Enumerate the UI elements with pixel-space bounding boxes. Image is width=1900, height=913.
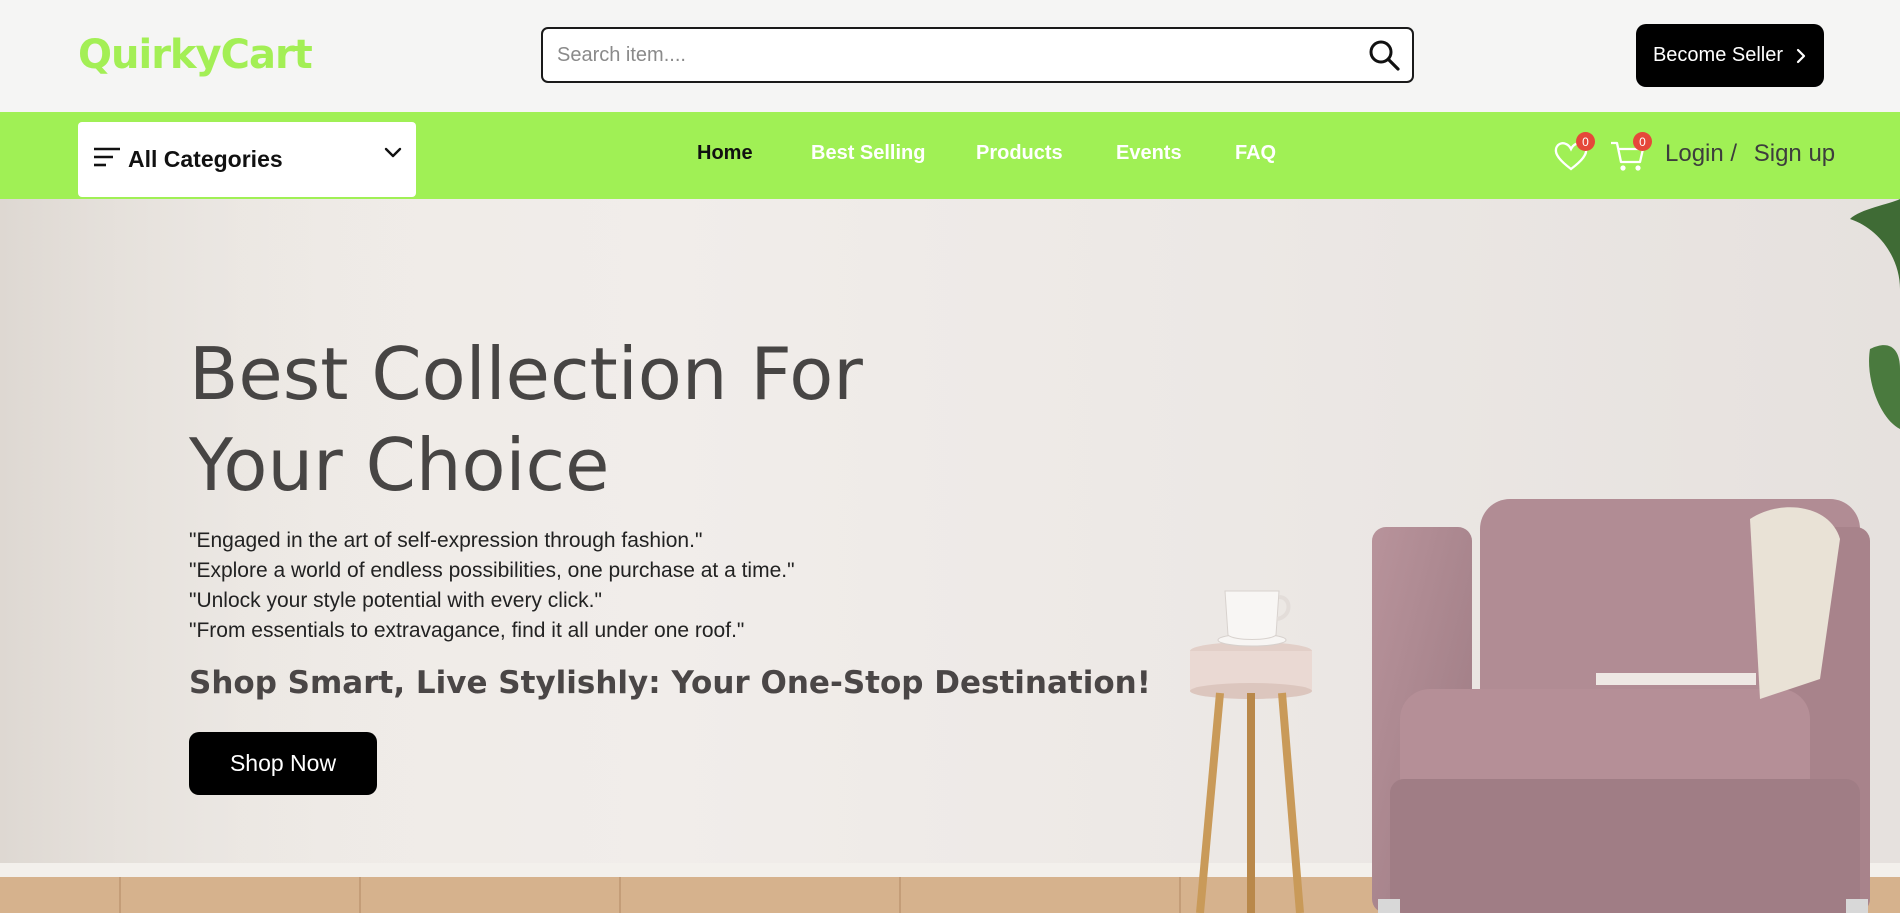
menu-icon [94, 147, 120, 167]
nav-link-home[interactable]: Home [697, 142, 753, 165]
shop-now-label: Shop Now [229, 750, 337, 776]
hero-title: Best Collection For Your Choice [189, 329, 863, 511]
nav-link-best-selling[interactable]: Best Selling [811, 142, 925, 165]
nav-link-faq[interactable]: FAQ [1235, 142, 1276, 165]
nav-link-events[interactable]: Events [1116, 142, 1182, 165]
hero-title-line-2: Your Choice [189, 423, 610, 507]
search-icon[interactable] [1368, 39, 1400, 71]
cart-count-badge: 0 [1633, 132, 1652, 151]
become-seller-label: Become Seller [1652, 44, 1784, 66]
hero-title-line-1: Best Collection For [189, 332, 863, 416]
auth-links: Login / Sign up [1665, 140, 1835, 168]
signup-link[interactable]: Sign up [1754, 140, 1835, 167]
chevron-down-icon [384, 147, 402, 158]
logo[interactable]: QuirkyCart [78, 32, 313, 78]
wishlist-count-badge: 0 [1576, 132, 1595, 151]
categories-dropdown[interactable]: All Categories [78, 122, 416, 197]
tagline-1: "Engaged in the art of self-expression t… [189, 529, 703, 552]
cart-button[interactable]: 0 [1610, 132, 1652, 174]
become-seller-button[interactable]: Become Seller [1636, 24, 1824, 87]
main-navbar: All Categories Home Best Selling Product… [0, 112, 1900, 199]
categories-label: All Categories [128, 146, 283, 172]
shop-now-button[interactable]: Shop Now [189, 732, 377, 795]
hero-banner: Best Collection For Your Choice "Engaged… [0, 199, 1900, 913]
wishlist-button[interactable]: 0 [1553, 132, 1595, 174]
top-header: QuirkyCart Become Seller [0, 0, 1900, 112]
login-link[interactable]: Login / [1665, 140, 1737, 167]
hero-subheading: Shop Smart, Live Stylishly: Your One-Sto… [189, 665, 1151, 701]
nav-link-products[interactable]: Products [976, 142, 1063, 165]
tagline-4: "From essentials to extravagance, find i… [189, 619, 745, 642]
tagline-2: "Explore a world of endless possibilitie… [189, 559, 795, 582]
search-bar [541, 27, 1414, 83]
hero-background-image [0, 199, 1900, 913]
search-input[interactable] [557, 29, 1357, 81]
chevron-right-icon [1796, 48, 1806, 63]
tagline-3: "Unlock your style potential with every … [189, 589, 602, 612]
